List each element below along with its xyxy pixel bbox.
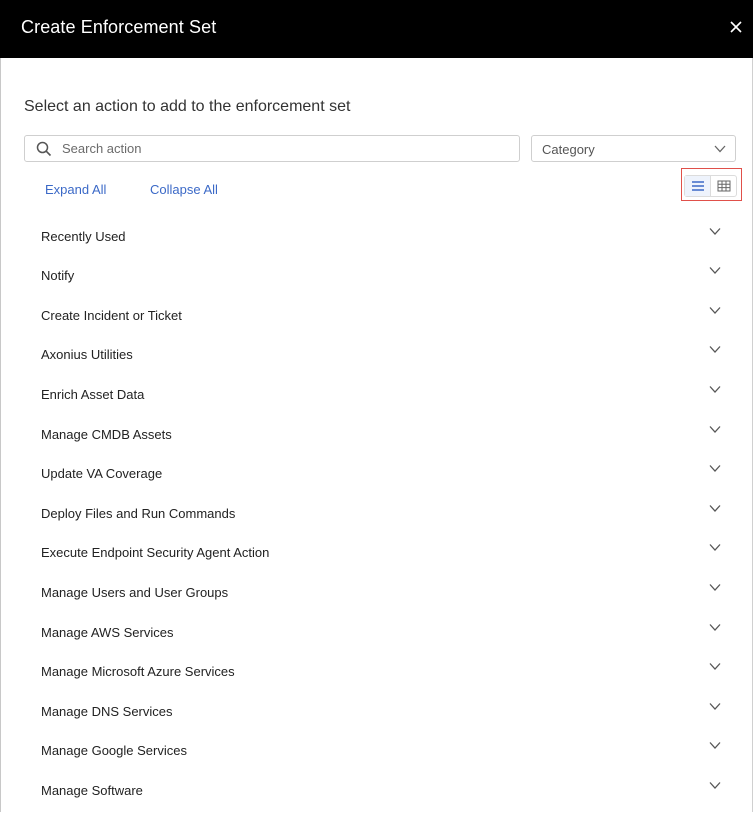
category-label: Manage Microsoft Azure Services bbox=[41, 664, 235, 679]
category-row[interactable]: Update VA Coverage bbox=[41, 464, 731, 496]
chevron-down-icon[interactable] bbox=[709, 345, 721, 354]
grid-view-button[interactable] bbox=[711, 176, 737, 196]
category-label: Notify bbox=[41, 268, 75, 283]
category-label: Manage DNS Services bbox=[41, 704, 173, 719]
search-icon bbox=[36, 141, 52, 157]
category-label: Execute Endpoint Security Agent Action bbox=[41, 545, 270, 560]
chevron-down-icon[interactable] bbox=[709, 662, 721, 671]
category-row[interactable]: Manage AWS Services bbox=[41, 623, 731, 655]
chevron-down-icon[interactable] bbox=[709, 464, 721, 473]
category-row[interactable]: Axonius Utilities bbox=[41, 345, 731, 377]
category-label: Deploy Files and Run Commands bbox=[41, 506, 236, 521]
chevron-down-icon bbox=[714, 145, 726, 153]
chevron-down-icon[interactable] bbox=[709, 741, 721, 750]
category-row[interactable]: Recently Used bbox=[41, 227, 731, 259]
category-row[interactable]: Execute Endpoint Security Agent Action bbox=[41, 543, 731, 575]
category-row[interactable]: Manage DNS Services bbox=[41, 702, 731, 734]
category-row[interactable]: Notify bbox=[41, 266, 731, 298]
chevron-down-icon[interactable] bbox=[709, 623, 721, 632]
chevron-down-icon[interactable] bbox=[709, 266, 721, 275]
dialog-subtitle: Select an action to add to the enforceme… bbox=[24, 98, 351, 115]
category-row[interactable]: Deploy Files and Run Commands bbox=[41, 504, 731, 536]
dialog-border-left bbox=[0, 58, 1, 812]
category-row[interactable]: Manage Software bbox=[41, 781, 731, 813]
category-select-value: Category bbox=[542, 142, 595, 157]
category-label: Manage AWS Services bbox=[41, 625, 174, 640]
category-row[interactable]: Create Incident or Ticket bbox=[41, 306, 731, 338]
search-box[interactable] bbox=[24, 135, 520, 162]
grid-view-icon bbox=[717, 180, 731, 192]
collapse-all-link[interactable]: Collapse All bbox=[150, 182, 218, 197]
list-view-button[interactable] bbox=[685, 176, 711, 196]
category-label: Update VA Coverage bbox=[41, 466, 163, 481]
category-select[interactable]: Category bbox=[531, 135, 736, 162]
category-row[interactable]: Manage Users and User Groups bbox=[41, 583, 731, 615]
category-row[interactable]: Enrich Asset Data bbox=[41, 385, 731, 417]
category-label: Manage Software bbox=[41, 783, 143, 798]
category-row[interactable]: Manage Google Services bbox=[41, 741, 731, 773]
close-icon[interactable] bbox=[729, 20, 743, 34]
chevron-down-icon[interactable] bbox=[709, 702, 721, 711]
chevron-down-icon[interactable] bbox=[709, 504, 721, 513]
chevron-down-icon[interactable] bbox=[709, 227, 721, 236]
dialog-header: Create Enforcement Set bbox=[0, 0, 753, 58]
category-label: Create Incident or Ticket bbox=[41, 308, 182, 323]
expand-all-link[interactable]: Expand All bbox=[45, 182, 106, 197]
category-row[interactable]: Manage Microsoft Azure Services bbox=[41, 662, 731, 694]
chevron-down-icon[interactable] bbox=[709, 543, 721, 552]
chevron-down-icon[interactable] bbox=[709, 306, 721, 315]
category-label: Enrich Asset Data bbox=[41, 387, 145, 402]
category-label: Axonius Utilities bbox=[41, 347, 133, 362]
view-toggle[interactable] bbox=[684, 175, 737, 197]
dialog-title: Create Enforcement Set bbox=[21, 17, 217, 37]
chevron-down-icon[interactable] bbox=[709, 425, 721, 434]
chevron-down-icon[interactable] bbox=[709, 781, 721, 790]
category-label: Manage CMDB Assets bbox=[41, 427, 172, 442]
chevron-down-icon[interactable] bbox=[709, 385, 721, 394]
category-row[interactable]: Manage CMDB Assets bbox=[41, 425, 731, 457]
search-input[interactable] bbox=[62, 136, 502, 161]
category-label: Recently Used bbox=[41, 229, 126, 244]
list-view-icon bbox=[692, 181, 704, 191]
category-label: Manage Google Services bbox=[41, 743, 187, 758]
category-label: Manage Users and User Groups bbox=[41, 585, 229, 600]
chevron-down-icon[interactable] bbox=[709, 583, 721, 592]
